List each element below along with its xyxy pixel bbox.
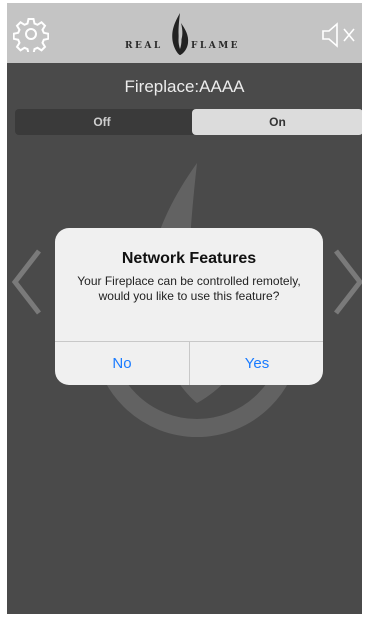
power-switch[interactable]: Off On — [15, 109, 362, 135]
dialog-message: Your Fireplace can be controlled remotel… — [77, 274, 301, 303]
header-bar: REAL FLAME — [7, 3, 362, 63]
power-on-option[interactable]: On — [192, 109, 362, 135]
speaker-muted-icon[interactable] — [320, 21, 360, 49]
no-button[interactable]: No — [55, 342, 189, 385]
app-screen: REAL FLAME Fireplace:AAAA Off On Network… — [7, 3, 362, 614]
gear-icon[interactable] — [13, 16, 49, 52]
logo-word-flame: FLAME — [191, 41, 241, 51]
power-off-option[interactable]: Off — [15, 109, 189, 135]
yes-button[interactable]: Yes — [190, 342, 323, 385]
flame-logo-icon — [172, 13, 189, 55]
real-flame-logo: REAL FLAME — [125, 11, 255, 59]
chevron-right-icon[interactable] — [330, 247, 362, 317]
fireplace-name: Fireplace:AAAA — [124, 77, 245, 96]
chevron-left-icon[interactable] — [9, 247, 45, 317]
network-features-dialog: Network Features Your Fireplace can be c… — [55, 228, 323, 385]
logo-word-real: REAL — [125, 41, 163, 51]
dialog-title: Network Features — [121, 250, 257, 267]
